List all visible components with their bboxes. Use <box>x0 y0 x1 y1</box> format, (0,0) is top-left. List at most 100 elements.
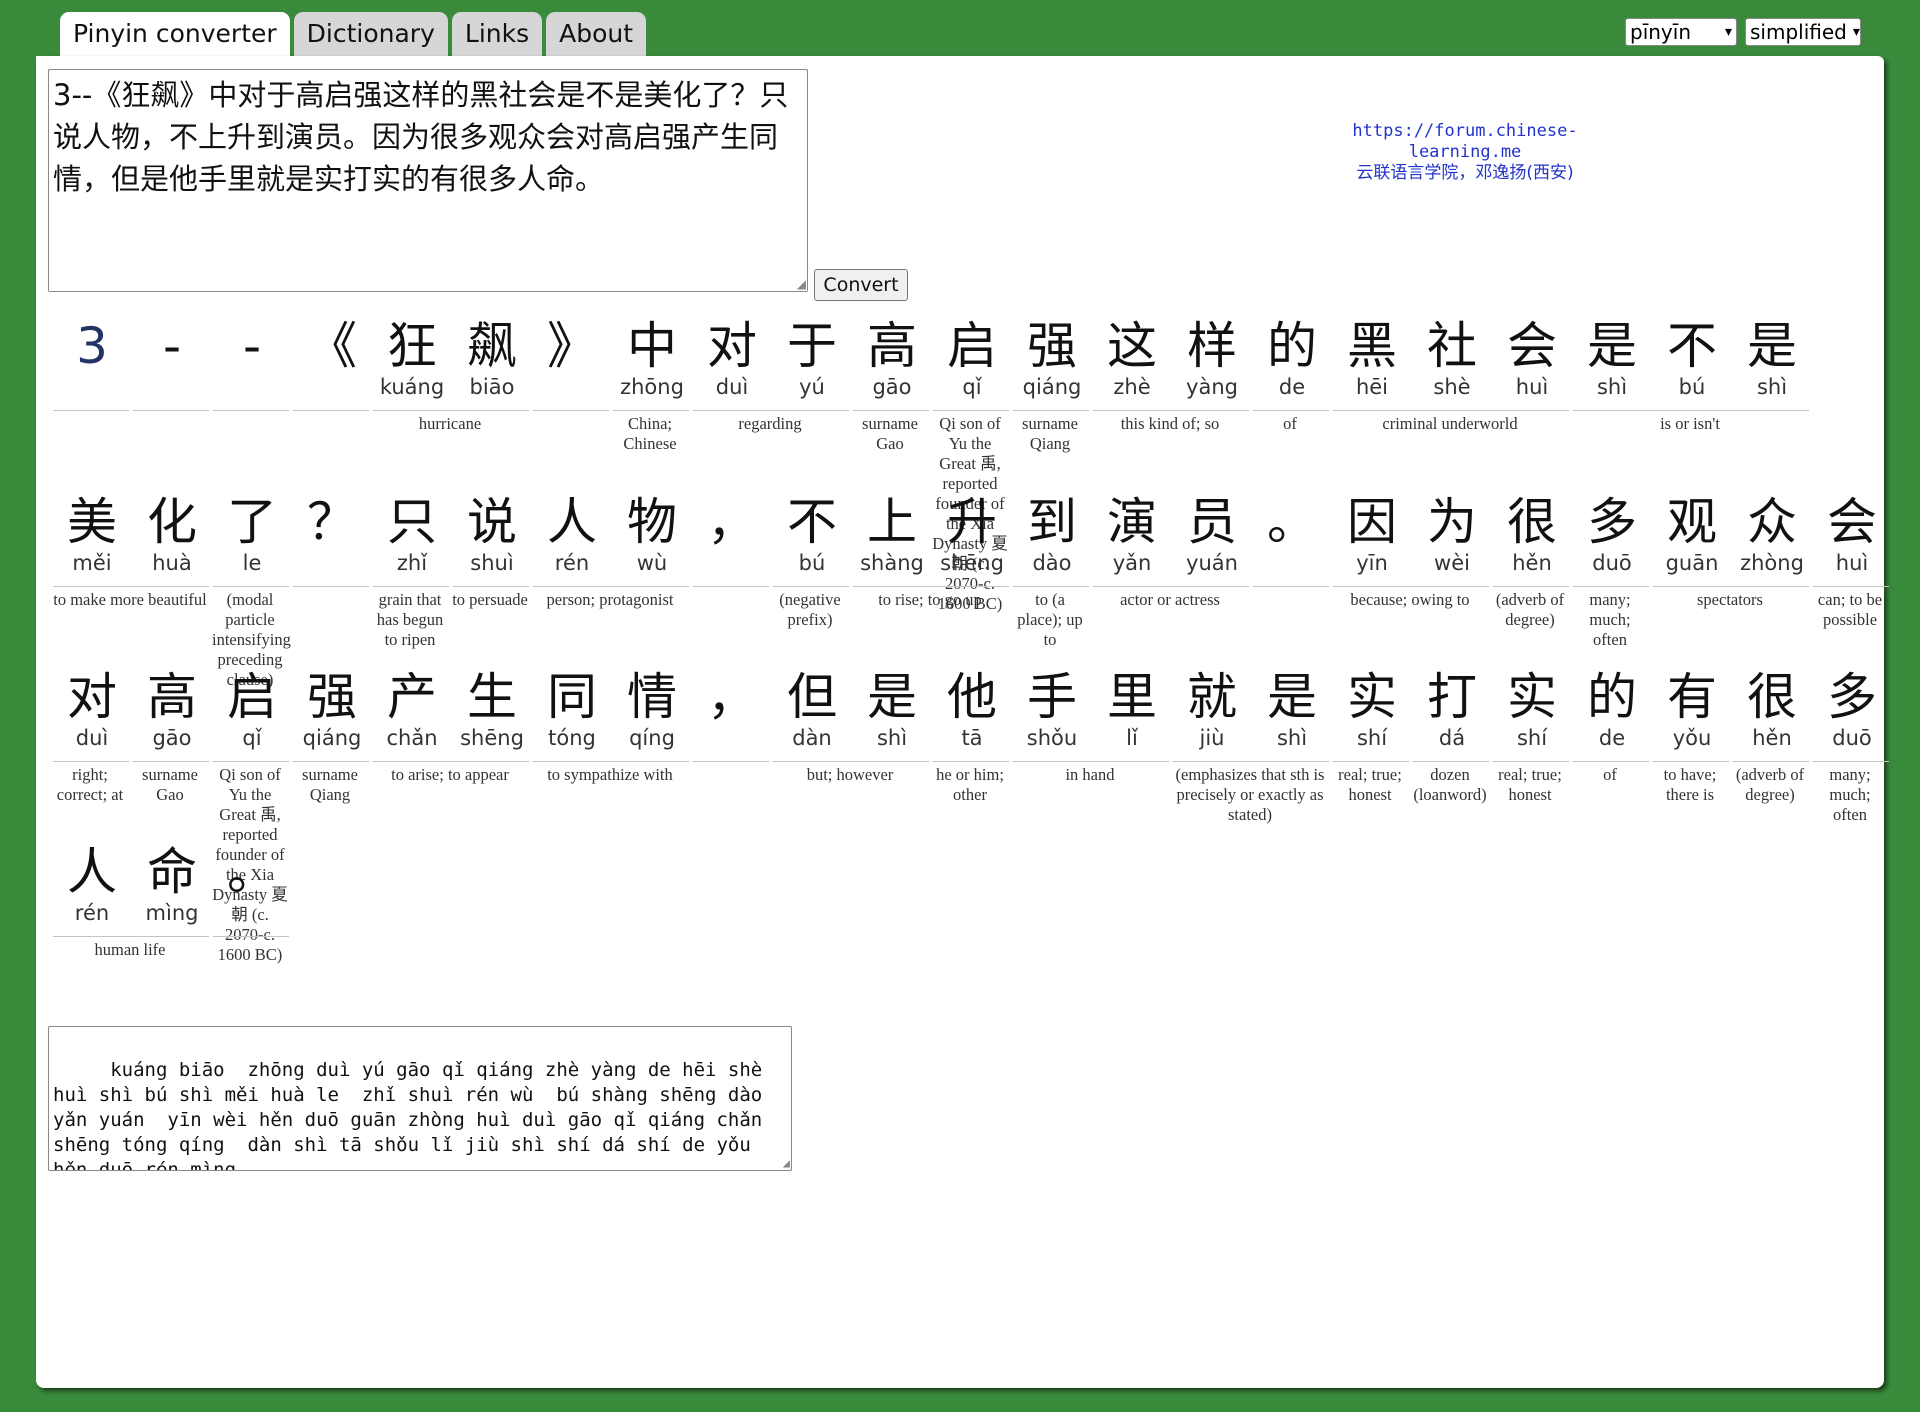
pinyin-output-textarea[interactable]: kuáng biāo zhōng duì yú gāo qǐ qiáng zhè… <box>48 1026 792 1171</box>
hanzi-cell: 启 qǐ <box>212 669 292 755</box>
word-divider <box>213 586 289 587</box>
hanzi-cell: 黑 hēi <box>1332 318 1412 404</box>
pinyin-syllable <box>1252 550 1332 580</box>
pinyin-syllable: wù <box>636 551 668 575</box>
hanzi-char: 不 <box>1667 317 1717 375</box>
word-divider <box>1333 761 1409 762</box>
hanzi-cell: 就 jiù <box>1172 669 1252 755</box>
word-divider <box>133 761 209 762</box>
word-gloss: surname Gao <box>142 765 198 804</box>
hanzi-cell: 不 bú <box>1652 318 1732 404</box>
hanzi-char: 产 <box>387 668 437 726</box>
hanzi-cell: 会 huì <box>1492 318 1572 404</box>
word-divider <box>533 410 609 411</box>
tab-dictionary[interactable]: Dictionary <box>293 12 448 56</box>
hanzi-char: 情 <box>627 668 677 726</box>
pinyin-syllable: qiáng <box>1022 375 1082 399</box>
hanzi-char: 是 <box>867 668 917 726</box>
chevron-down-icon: ▾ <box>1724 24 1732 40</box>
pinyin-syllable: shí <box>1356 726 1388 750</box>
word-gloss: to arise; to appear <box>391 765 509 784</box>
pinyin-syllable: shēng <box>940 551 1004 575</box>
hanzi-char: 只 <box>387 493 437 551</box>
tab-about[interactable]: About <box>546 12 647 56</box>
hanzi-cell: 多 duō <box>1812 669 1892 755</box>
pinyin-syllable: gāo <box>152 726 192 750</box>
word-divider <box>213 761 289 762</box>
romanization-select-value: pīnyīn <box>1630 20 1691 44</box>
word-gloss: to (a place); up to <box>1017 590 1083 649</box>
hanzi-cell: 会 huì <box>1812 494 1892 580</box>
hanzi-cell: 实 shí <box>1332 669 1412 755</box>
punctuation-cell: 》 <box>532 318 612 404</box>
hanzi-cell: 里 lǐ <box>1092 669 1172 755</box>
hanzi-cell: 到 dào <box>1012 494 1092 580</box>
script-select-value: simplified <box>1750 20 1847 44</box>
romanization-select[interactable]: pīnyīn ▾ <box>1625 18 1737 46</box>
word-divider <box>1573 761 1649 762</box>
hanzi-char: 对 <box>707 317 757 375</box>
word-gloss: criminal underworld <box>1382 414 1518 433</box>
word-divider <box>1093 586 1249 587</box>
word-gloss: actor or actress <box>1120 590 1220 609</box>
word-gloss: to rise; to go up <box>878 590 982 609</box>
convert-button[interactable]: Convert <box>814 269 908 301</box>
script-select[interactable]: simplified ▾ <box>1745 18 1861 46</box>
word-gloss: real; true; honest <box>1498 765 1562 804</box>
hanzi-char: 启 <box>227 668 277 726</box>
pinyin-syllable: shì <box>1756 375 1788 399</box>
pinyin-syllable: dàn <box>792 726 832 750</box>
hanzi-cell: 说 shuì <box>452 494 532 580</box>
hanzi-cell: 的 de <box>1572 669 1652 755</box>
word-gloss: to persuade <box>452 590 528 609</box>
word-gloss: can; to be possible <box>1817 590 1883 629</box>
pinyin-syllable: shǒu <box>1026 726 1078 750</box>
hanzi-char: 的 <box>1587 668 1637 726</box>
hanzi-char: 《 <box>307 317 357 375</box>
hanzi-cell: 中 zhōng <box>612 318 692 404</box>
pinyin-syllable: dá <box>1438 726 1466 750</box>
forum-link[interactable]: https://forum.chinese-learning.me <box>1300 121 1630 163</box>
pinyin-syllable <box>692 725 772 755</box>
pinyin-syllable: gāo <box>872 375 912 399</box>
hanzi-cell: 社 shè <box>1412 318 1492 404</box>
pinyin-syllable: shè <box>1433 375 1471 399</box>
word-divider <box>533 761 689 762</box>
hanzi-char: 为 <box>1427 493 1477 551</box>
word-gloss: of <box>1283 414 1297 433</box>
word-divider <box>53 761 129 762</box>
pinyin-syllable: jiù <box>1199 726 1225 750</box>
tab-pinyin-converter[interactable]: Pinyin converter <box>60 12 290 56</box>
hanzi-char: 到 <box>1027 493 1077 551</box>
pinyin-syllable: shí <box>1516 726 1548 750</box>
word-gloss: because; owing to <box>1350 590 1470 609</box>
word-gloss: in hand <box>1065 765 1115 784</box>
chinese-text-input[interactable]: 3--《狂飙》中对于高启强这样的黑社会是不是美化了？只说人物，不上升到演员。因为… <box>48 69 808 292</box>
resize-handle-icon[interactable]: ◢ <box>797 278 806 290</box>
hanzi-char: 多 <box>1587 493 1637 551</box>
hanzi-char: 观 <box>1667 493 1717 551</box>
word-divider <box>53 410 129 411</box>
hanzi-char: 美 <box>67 493 117 551</box>
hanzi-cell: 样 yàng <box>1172 318 1252 404</box>
hanzi-char: 生 <box>467 668 517 726</box>
hanzi-char: 但 <box>787 668 837 726</box>
word-divider <box>853 410 929 411</box>
pinyin-syllable: hěn <box>1512 551 1552 575</box>
hanzi-cell: 产 chǎn <box>372 669 452 755</box>
hanzi-char: 人 <box>547 493 597 551</box>
hanzi-char: 同 <box>547 668 597 726</box>
resize-handle-icon[interactable]: ◢ <box>783 1157 790 1169</box>
hanzi-cell: 对 duì <box>52 669 132 755</box>
pinyin-syllable <box>532 374 612 404</box>
hanzi-char: 有 <box>1667 668 1717 726</box>
tab-links[interactable]: Links <box>451 12 543 56</box>
word-gloss: (adverb of degree) <box>1735 765 1805 804</box>
pinyin-syllable: duì <box>75 726 109 750</box>
options-selects: pīnyīn ▾ simplified ▾ <box>1625 18 1861 46</box>
word-gloss: hurricane <box>418 414 482 433</box>
hanzi-char: 很 <box>1507 493 1557 551</box>
pinyin-syllable <box>212 900 292 930</box>
word-gloss: this kind of; so <box>1120 414 1220 433</box>
pinyin-syllable: hēi <box>1355 375 1389 399</box>
